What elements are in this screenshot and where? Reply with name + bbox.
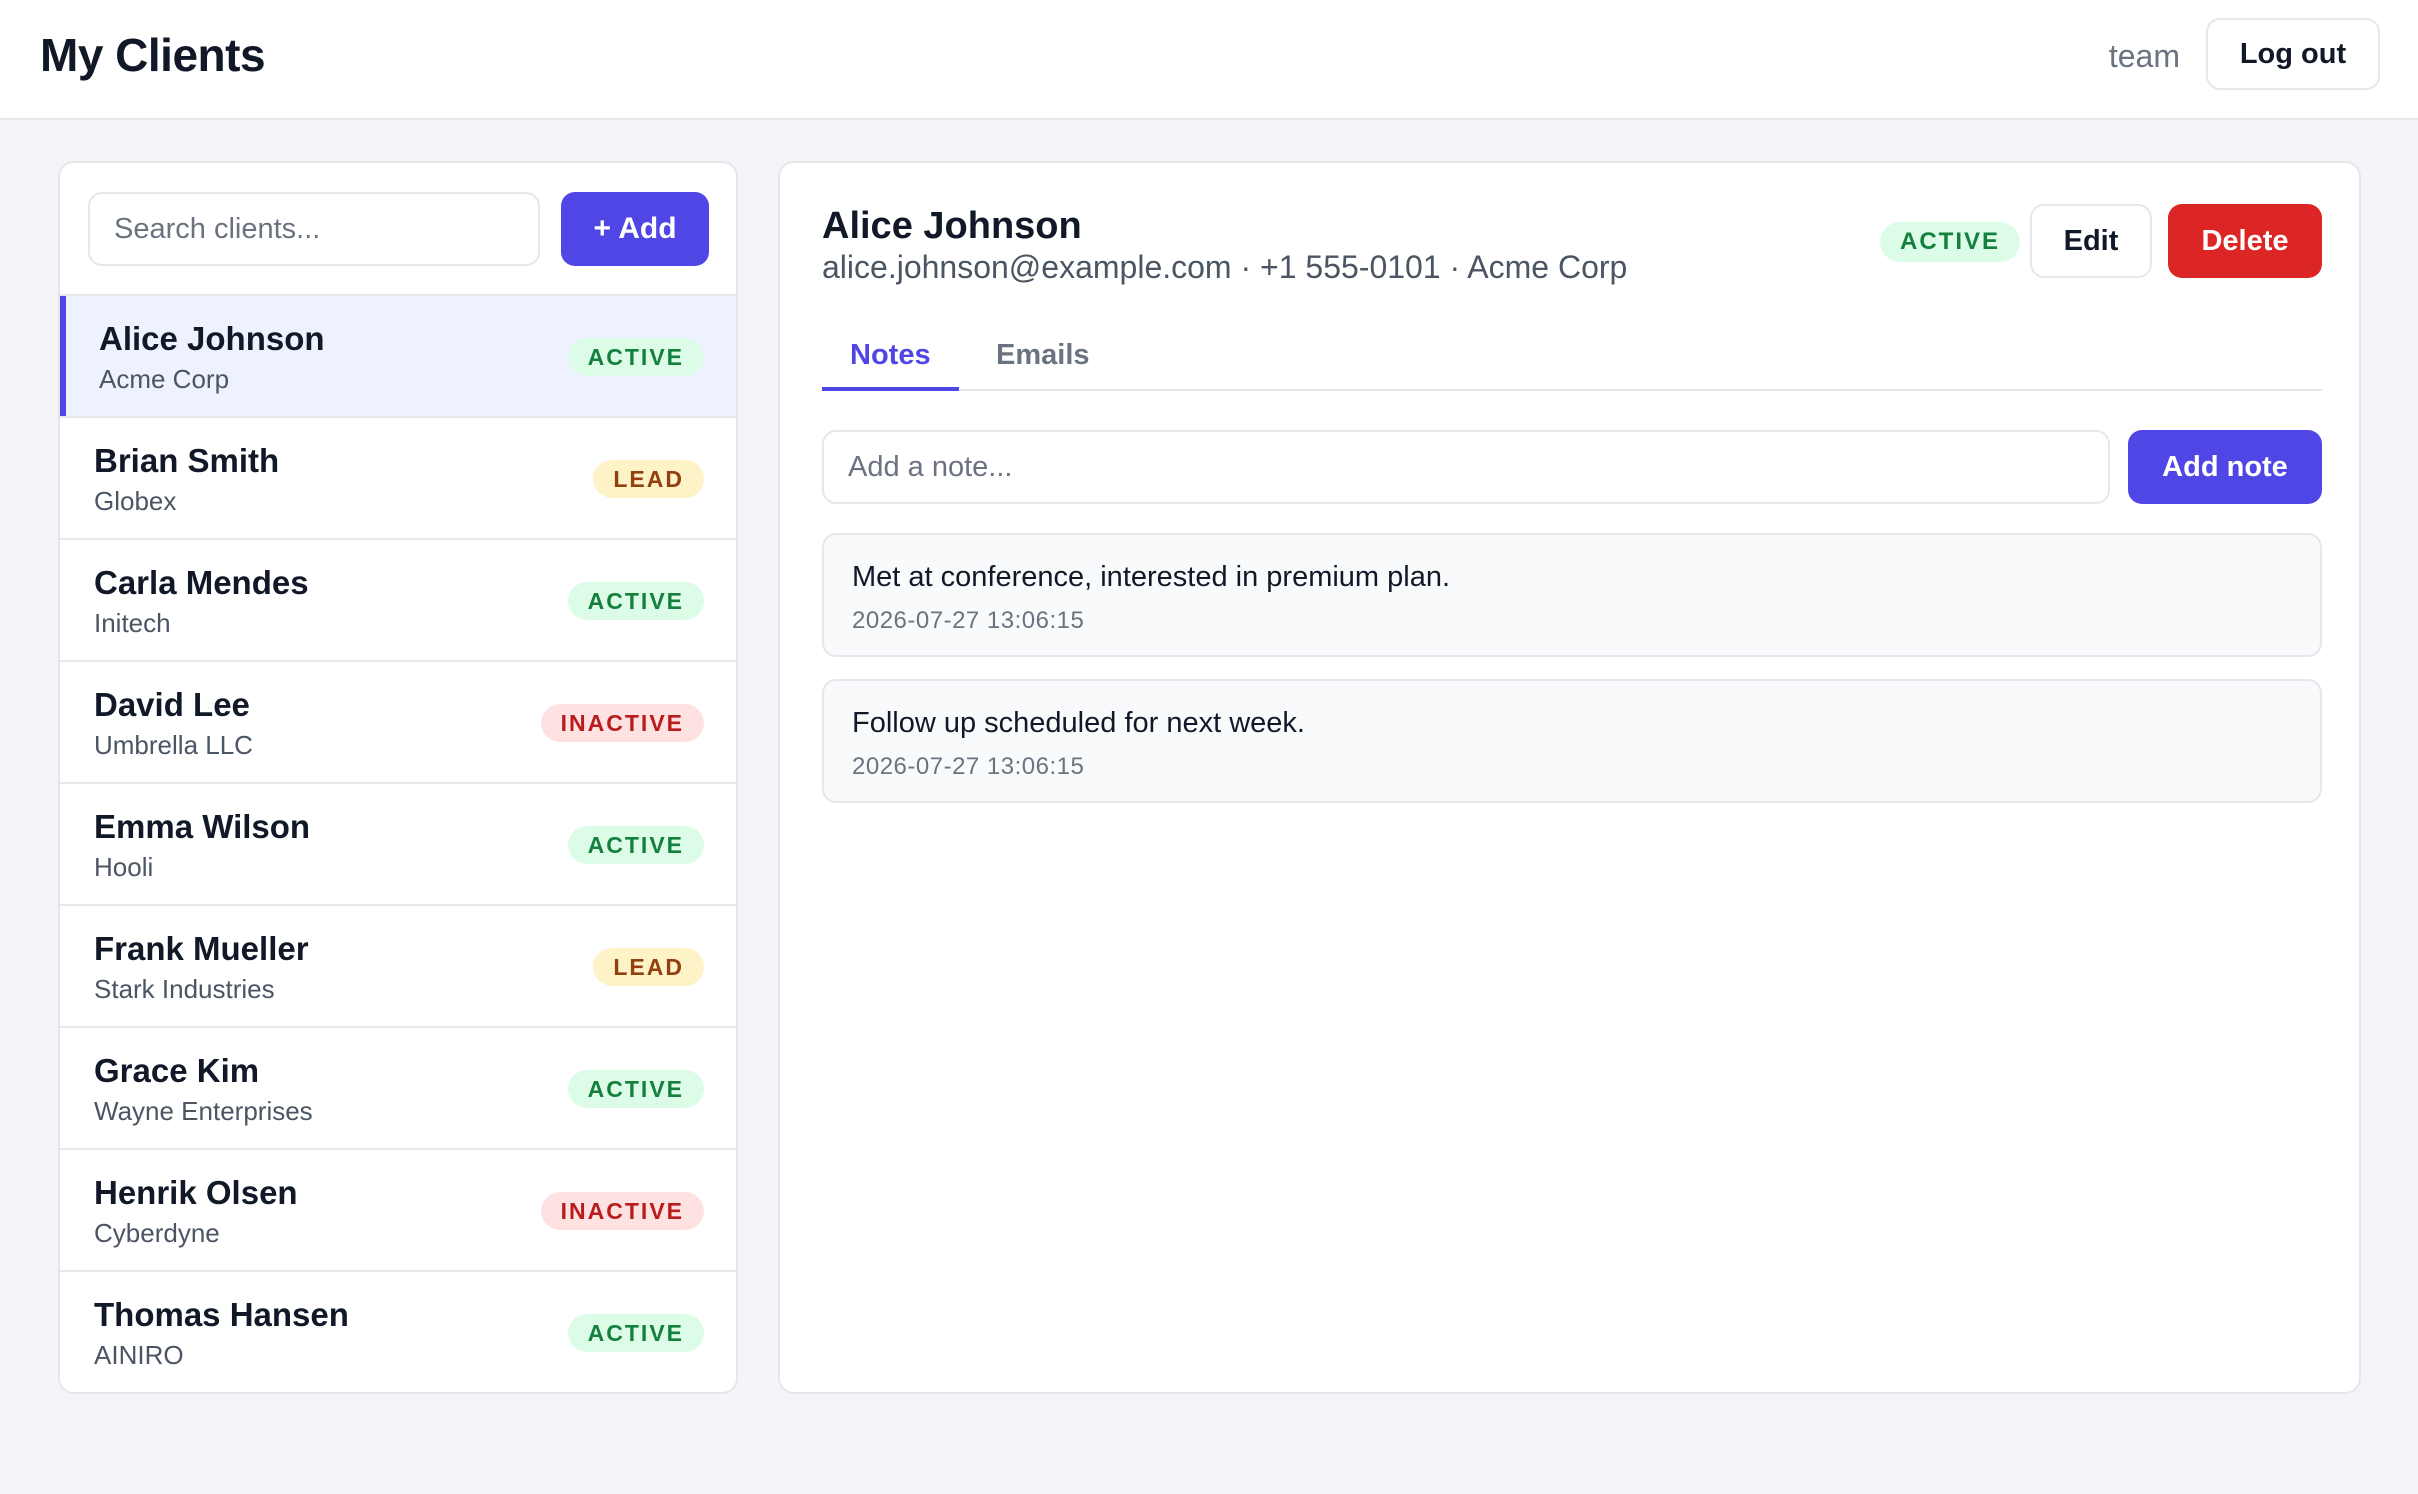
client-company: Stark Industries bbox=[94, 974, 275, 1004]
client-name: Henrik Olsen bbox=[94, 1174, 298, 1211]
client-row[interactable]: Thomas Hansen AINIRO ACTIVE bbox=[60, 1272, 736, 1392]
add-client-button[interactable]: + Add bbox=[561, 192, 709, 266]
note-card: Met at conference, interested in premium… bbox=[822, 533, 2322, 657]
note-card: Follow up scheduled for next week. 2026-… bbox=[822, 679, 2322, 803]
detail-tabs: Notes Emails bbox=[822, 329, 2322, 391]
status-badge: ACTIVE bbox=[567, 338, 704, 376]
detail-status-badge: ACTIVE bbox=[1880, 222, 2021, 262]
client-row[interactable]: Grace Kim Wayne Enterprises ACTIVE bbox=[60, 1028, 736, 1150]
client-name: David Lee bbox=[94, 686, 250, 723]
client-name: Brian Smith bbox=[94, 442, 280, 479]
edit-button[interactable]: Edit bbox=[2030, 204, 2152, 278]
status-badge: ACTIVE bbox=[567, 1070, 704, 1108]
note-text: Met at conference, interested in premium… bbox=[852, 561, 1451, 593]
add-note-button[interactable]: Add note bbox=[2128, 430, 2322, 504]
client-row[interactable]: Henrik Olsen Cyberdyne INACTIVE bbox=[60, 1150, 736, 1272]
client-company: Wayne Enterprises bbox=[94, 1096, 313, 1126]
status-badge: INACTIVE bbox=[540, 1192, 704, 1230]
status-badge: ACTIVE bbox=[567, 582, 704, 620]
client-sidebar: + Add Alice Johnson Acme Corp ACTIVE Bri… bbox=[58, 161, 738, 1394]
app-title: My Clients bbox=[40, 29, 266, 81]
client-name: Frank Mueller bbox=[94, 930, 309, 967]
username-label: team bbox=[2108, 38, 2180, 74]
status-badge: ACTIVE bbox=[567, 1314, 704, 1352]
client-company: Cyberdyne bbox=[94, 1218, 220, 1248]
top-bar: My Clients team Log out bbox=[0, 0, 2418, 120]
client-company: Acme Corp bbox=[99, 364, 230, 394]
status-badge: INACTIVE bbox=[540, 704, 704, 742]
client-company: Initech bbox=[94, 608, 171, 638]
client-name: Thomas Hansen bbox=[94, 1296, 349, 1333]
note-timestamp: 2026-07-27 13:06:15 bbox=[852, 607, 1085, 634]
detail-client-name: Alice Johnson bbox=[822, 205, 1082, 247]
tab-notes[interactable]: Notes bbox=[822, 329, 959, 391]
status-badge: LEAD bbox=[593, 948, 704, 986]
client-name: Grace Kim bbox=[94, 1052, 260, 1089]
note-timestamp: 2026-07-27 13:06:15 bbox=[852, 753, 1085, 780]
status-badge: LEAD bbox=[593, 460, 704, 498]
client-company: Umbrella LLC bbox=[94, 730, 253, 760]
logout-button[interactable]: Log out bbox=[2206, 18, 2380, 90]
search-input[interactable] bbox=[88, 192, 540, 266]
client-name: Emma Wilson bbox=[94, 808, 311, 845]
client-list: Alice Johnson Acme Corp ACTIVE Brian Smi… bbox=[60, 296, 736, 1392]
note-text: Follow up scheduled for next week. bbox=[852, 707, 1305, 739]
status-badge: ACTIVE bbox=[567, 826, 704, 864]
client-company: Globex bbox=[94, 486, 177, 516]
client-row[interactable]: Carla Mendes Initech ACTIVE bbox=[60, 540, 736, 662]
client-company: Hooli bbox=[94, 852, 154, 882]
detail-client-meta: alice.johnson@example.com · +1 555-0101 … bbox=[822, 249, 1628, 285]
client-row[interactable]: Emma Wilson Hooli ACTIVE bbox=[60, 784, 736, 906]
client-company: AINIRO bbox=[94, 1340, 184, 1370]
tab-emails[interactable]: Emails bbox=[968, 329, 1118, 391]
delete-button[interactable]: Delete bbox=[2168, 204, 2322, 278]
client-row[interactable]: Brian Smith Globex LEAD bbox=[60, 418, 736, 540]
client-row[interactable]: David Lee Umbrella LLC INACTIVE bbox=[60, 662, 736, 784]
sidebar-toolbar: + Add bbox=[60, 163, 736, 296]
client-row[interactable]: Frank Mueller Stark Industries LEAD bbox=[60, 906, 736, 1028]
client-name: Carla Mendes bbox=[94, 564, 309, 601]
client-row[interactable]: Alice Johnson Acme Corp ACTIVE bbox=[60, 296, 736, 418]
client-name: Alice Johnson bbox=[99, 320, 325, 357]
note-input[interactable] bbox=[822, 430, 2110, 504]
client-detail-panel: Alice Johnson alice.johnson@example.com … bbox=[778, 161, 2361, 1394]
